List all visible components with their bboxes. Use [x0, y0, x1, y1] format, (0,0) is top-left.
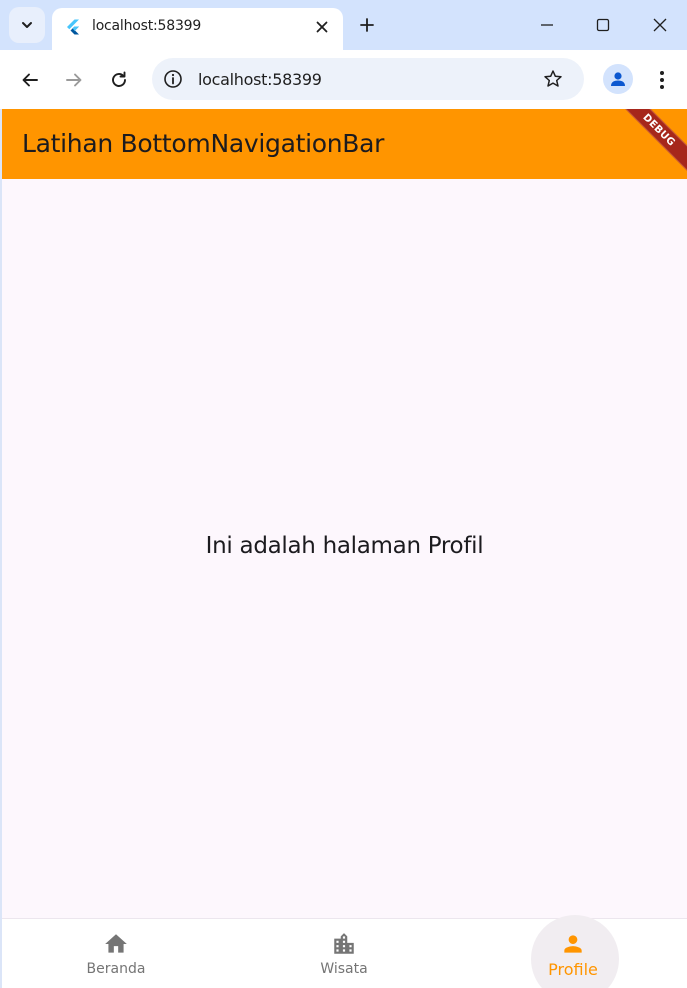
address-bar[interactable]: localhost:58399 [152, 58, 584, 100]
new-tab-button[interactable] [356, 14, 378, 36]
profile-button[interactable] [603, 64, 633, 94]
close-window-button[interactable] [648, 13, 672, 37]
bottom-navigation-bar: Beranda Wisata Profile [2, 915, 687, 988]
plus-icon [360, 18, 374, 32]
info-icon [164, 70, 182, 88]
browser-window: localhost:58399 localhost:58399 Latihan … [0, 0, 687, 988]
arrow-right-icon [66, 73, 82, 87]
nav-item-label: Profile [548, 960, 598, 979]
page-title: Latihan BottomNavigationBar [22, 129, 385, 158]
url-text: localhost:58399 [198, 70, 322, 89]
flutter-icon [67, 19, 79, 35]
reload-button[interactable] [105, 66, 133, 94]
browser-tab[interactable]: localhost:58399 [52, 8, 343, 50]
browser-toolbar: localhost:58399 [0, 50, 687, 109]
back-button[interactable] [16, 66, 44, 94]
person-icon [560, 931, 586, 957]
minimize-button[interactable] [535, 13, 559, 37]
person-icon [611, 72, 625, 86]
arrow-left-icon [22, 73, 38, 87]
bookmark-button[interactable] [542, 68, 564, 90]
nav-item-wisata[interactable]: Wisata [230, 919, 458, 988]
page-content-text: Ini adalah halaman Profil [205, 533, 484, 559]
tab-search-button[interactable] [9, 7, 45, 43]
close-icon [653, 18, 667, 32]
nav-item-profile[interactable]: Profile [459, 919, 687, 988]
kebab-menu-icon [660, 71, 664, 89]
home-icon [103, 931, 129, 957]
forward-button[interactable] [60, 66, 88, 94]
site-info-button[interactable] [162, 68, 184, 90]
nav-item-beranda[interactable]: Beranda [2, 919, 230, 988]
app-bar: Latihan BottomNavigationBar [2, 109, 687, 179]
app-viewport: Latihan BottomNavigationBar DEBUG Ini ad… [2, 109, 687, 988]
browser-menu-button[interactable] [650, 66, 674, 94]
minimize-icon [541, 24, 553, 26]
tab-close-button[interactable] [311, 16, 333, 38]
nav-item-label: Wisata [320, 961, 368, 977]
close-icon [316, 21, 328, 33]
star-icon [544, 70, 562, 87]
chevron-down-icon [22, 22, 32, 28]
tab-strip: localhost:58399 [0, 0, 687, 50]
nav-item-label: Beranda [86, 961, 146, 977]
reload-icon [112, 71, 126, 87]
maximize-button[interactable] [591, 13, 615, 37]
tab-title: localhost:58399 [92, 18, 202, 34]
city-icon [331, 931, 357, 957]
maximize-icon [596, 18, 610, 32]
